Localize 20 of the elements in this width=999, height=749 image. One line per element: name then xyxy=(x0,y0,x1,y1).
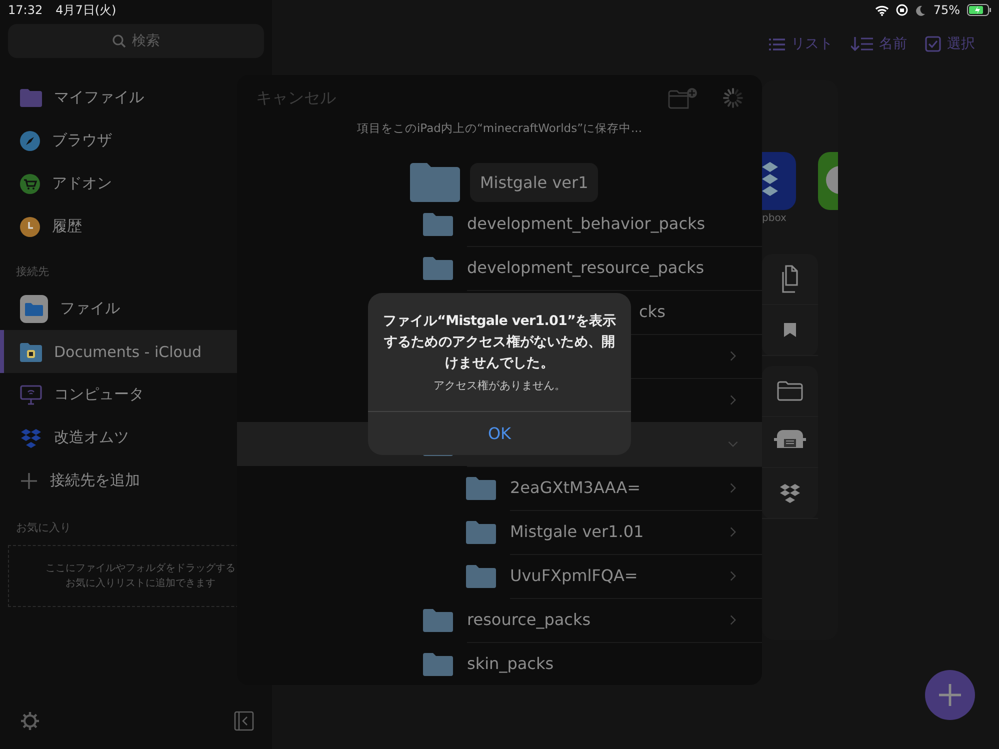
folder-name: Mistgale ver1.01 xyxy=(510,522,644,541)
dragged-item-label: Mistgale ver1 xyxy=(470,162,598,202)
folder-name: UvuFXpmlFQA= xyxy=(510,566,638,585)
battery-percent: 75% xyxy=(933,3,960,17)
alert-title: ファイル“Mistgale ver1.01”を表示するためのアクセス権がないため、開けませんでした。 xyxy=(382,312,617,373)
section-title: 接続先 xyxy=(15,264,50,280)
folder-name: 2eaGXtM3AAA= xyxy=(510,478,641,497)
app-label: pbox xyxy=(762,213,786,224)
folder-name: resource_packs xyxy=(467,610,591,629)
status-time: 17:32 xyxy=(8,3,43,17)
status-date: 4月7日(火) xyxy=(56,2,116,18)
folder-name: development_resource_packs xyxy=(467,258,704,277)
folder-name: development_behavior_packs xyxy=(467,214,706,233)
folder-name: skin_packs xyxy=(467,654,554,673)
folder-name: cks xyxy=(639,302,666,321)
sheet-subtitle: 項目をこのiPad内上の“minecraftWorlds”に保存中... xyxy=(356,121,643,136)
section-title: お気に入り xyxy=(15,520,72,536)
hint-text: ここにファイルやフォルダをドラッグする xyxy=(46,562,236,576)
hint-text: お気に入りリストに追加できます xyxy=(66,576,216,591)
alert-message: アクセス権がありません。 xyxy=(434,378,566,393)
